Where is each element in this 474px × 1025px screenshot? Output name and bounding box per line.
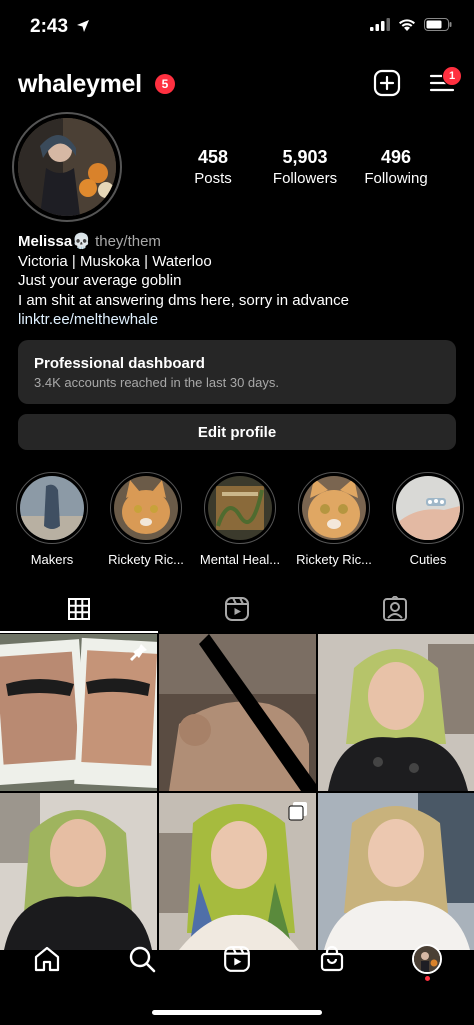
dashboard-subtitle: 3.4K accounts reached in the last 30 day… — [34, 375, 279, 390]
search-icon — [129, 946, 156, 973]
following-label: Following — [364, 170, 428, 187]
active-tab-indicator — [0, 631, 158, 633]
pinned-post-icon — [130, 644, 147, 661]
highlight-label: Makers — [30, 552, 74, 567]
post-thumbnail[interactable] — [159, 634, 316, 791]
profile-avatar-small — [411, 944, 442, 974]
highlight-cover — [20, 476, 84, 540]
highlight-label: Rickety Ric... — [296, 552, 372, 567]
cellular-signal-icon — [370, 18, 390, 31]
highlight-rickety-1[interactable]: Rickety Ric... — [101, 472, 191, 567]
followers-stat[interactable]: 5,903 Followers — [264, 147, 346, 187]
highlight-rickety-2[interactable]: Rickety Ric... — [289, 472, 379, 567]
grid-icon — [68, 598, 90, 620]
wifi-icon — [399, 19, 415, 31]
bio-line: Victoria | Muskoka | Waterloo — [18, 252, 212, 270]
highlight-makers[interactable]: Makers — [7, 472, 97, 567]
home-indicator[interactable] — [152, 1010, 322, 1015]
home-icon — [35, 946, 60, 972]
nav-home[interactable] — [27, 939, 67, 979]
bottom-nav — [0, 930, 474, 988]
bio-line: I am shit at answering dms here, sorry i… — [18, 291, 349, 309]
post-thumbnail[interactable] — [159, 793, 316, 950]
activity-dot — [424, 976, 430, 981]
location-arrow-icon — [77, 20, 90, 32]
notification-badge: 5 — [155, 74, 175, 94]
profile-username[interactable]: whaleymel — [18, 70, 142, 99]
reels-icon — [225, 597, 249, 621]
bio-pronouns: they/them — [95, 233, 161, 250]
menu-badge: 1 — [442, 66, 462, 86]
dashboard-title: Professional dashboard — [34, 355, 205, 372]
posts-label: Posts — [194, 170, 232, 187]
highlight-mental-health[interactable]: Mental Heal... — [195, 472, 285, 567]
post-thumbnail[interactable] — [0, 793, 157, 950]
profile-bio: Melissa💀 they/them Victoria | Muskoka | … — [18, 232, 349, 330]
highlight-cuties[interactable]: Cuties — [383, 472, 473, 567]
following-count: 496 — [380, 147, 412, 167]
skull-emoji: 💀 — [72, 233, 91, 250]
highlight-label: Mental Heal... — [199, 552, 281, 567]
bio-link[interactable]: linktr.ee/melthewhale — [18, 310, 349, 330]
followers-count: 5,903 — [282, 147, 328, 167]
posts-count: 458 — [197, 147, 229, 167]
status-time: 2:43 — [30, 16, 90, 38]
posts-stat[interactable]: 458 Posts — [178, 147, 248, 187]
tab-reels[interactable] — [158, 587, 316, 631]
reels-icon — [224, 946, 250, 972]
followers-label: Followers — [272, 170, 338, 187]
post-thumbnail[interactable] — [0, 634, 157, 791]
post-thumbnail[interactable] — [318, 634, 474, 791]
nav-reels[interactable] — [217, 939, 257, 979]
plus-square-icon — [373, 69, 401, 97]
highlight-cover — [396, 476, 460, 540]
tab-tagged[interactable] — [316, 587, 474, 631]
following-stat[interactable]: 496 Following — [356, 147, 436, 187]
tab-posts-grid[interactable] — [0, 587, 158, 631]
bio-line: Just your average goblin — [18, 272, 182, 289]
status-indicators — [370, 18, 452, 31]
highlight-label: Rickety Ric... — [108, 552, 184, 567]
nav-search[interactable] — [122, 939, 162, 979]
post-thumbnail[interactable] — [318, 793, 474, 950]
avatar-photo — [18, 118, 116, 216]
profile-avatar[interactable] — [12, 112, 122, 222]
professional-dashboard-card[interactable]: Professional dashboard 3.4K accounts rea… — [18, 340, 456, 404]
highlight-cover — [208, 476, 272, 540]
highlight-cover — [302, 476, 366, 540]
edit-profile-button[interactable]: Edit profile — [18, 414, 456, 450]
carousel-post-icon — [288, 802, 307, 821]
highlight-cover — [114, 476, 178, 540]
bio-name: Melissa — [18, 233, 73, 250]
nav-shop[interactable] — [312, 939, 352, 979]
shop-icon — [320, 945, 343, 972]
highlight-label: Cuties — [409, 552, 447, 567]
battery-icon — [424, 18, 452, 31]
nav-profile[interactable] — [407, 939, 447, 981]
create-post-button[interactable] — [372, 68, 402, 98]
tagged-icon — [383, 596, 407, 621]
